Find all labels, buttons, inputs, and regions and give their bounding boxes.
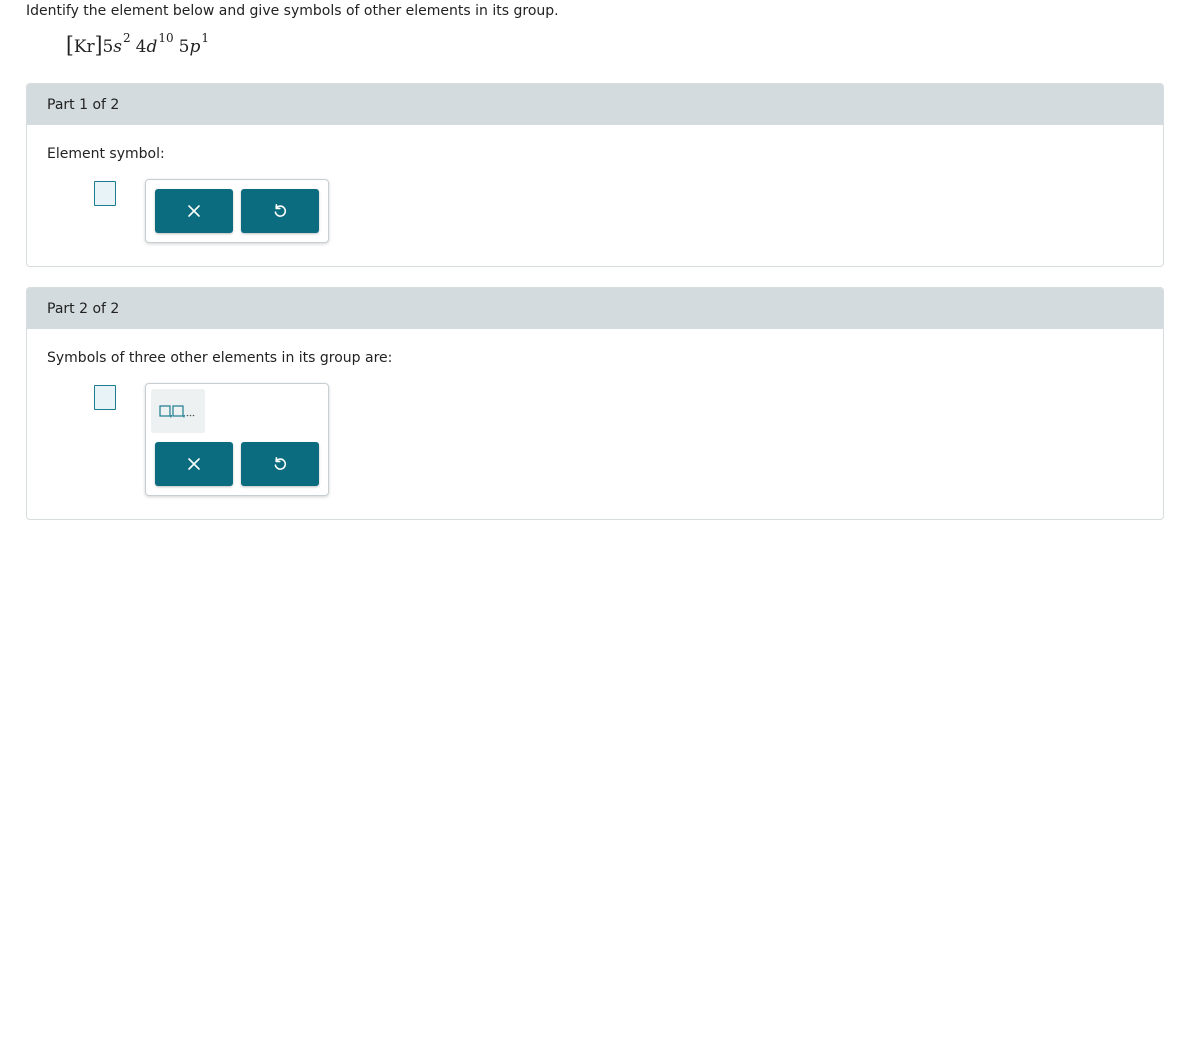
close-icon xyxy=(188,205,200,217)
comma-list-template-button[interactable] xyxy=(151,389,205,433)
group-symbols-input[interactable] xyxy=(94,385,116,410)
part-2-undo-button[interactable] xyxy=(241,442,319,486)
part-1-clear-button[interactable] xyxy=(155,189,233,233)
orbital-3-electrons: 1 xyxy=(201,31,210,46)
part-2-clear-button[interactable] xyxy=(155,442,233,486)
part-2-panel: Part 2 of 2 Symbols of three other eleme… xyxy=(26,287,1164,520)
question-text: Identify the element below and give symb… xyxy=(26,3,559,19)
undo-icon xyxy=(274,204,287,217)
orbital-2-l: d xyxy=(146,37,158,57)
part-2-prompt: Symbols of three other elements in its g… xyxy=(47,350,393,366)
core-bracket-close: ] xyxy=(94,31,103,59)
core-symbol: Kr xyxy=(73,37,95,57)
electron-configuration: [Kr]5s2 4d10 5p1 xyxy=(66,30,209,62)
element-symbol-input[interactable] xyxy=(94,181,116,206)
close-icon xyxy=(188,458,200,470)
part-1-header: Part 1 of 2 xyxy=(27,84,1163,125)
orbital-2-n: 4 xyxy=(135,37,147,57)
core-bracket-open: [ xyxy=(66,31,74,59)
orbital-1-l: s xyxy=(113,37,123,57)
part-1-undo-button[interactable] xyxy=(241,189,319,233)
undo-icon xyxy=(274,457,287,470)
part-1-header-label: Part 1 of 2 xyxy=(47,97,120,113)
orbital-2-electrons: 10 xyxy=(158,31,174,46)
orbital-3-l: p xyxy=(189,37,201,57)
orbital-3-n: 5 xyxy=(178,37,190,57)
part-1-prompt: Element symbol: xyxy=(47,146,165,162)
part-2-toolbox xyxy=(145,383,329,496)
part-2-header-label: Part 2 of 2 xyxy=(47,301,120,317)
orbital-1-n: 5 xyxy=(102,37,114,57)
orbital-1-electrons: 2 xyxy=(123,31,131,46)
part-1-panel: Part 1 of 2 Element symbol: xyxy=(26,83,1164,267)
comma-list-template-icon xyxy=(159,405,195,418)
part-1-toolbox xyxy=(145,179,329,243)
part-2-header: Part 2 of 2 xyxy=(27,288,1163,329)
